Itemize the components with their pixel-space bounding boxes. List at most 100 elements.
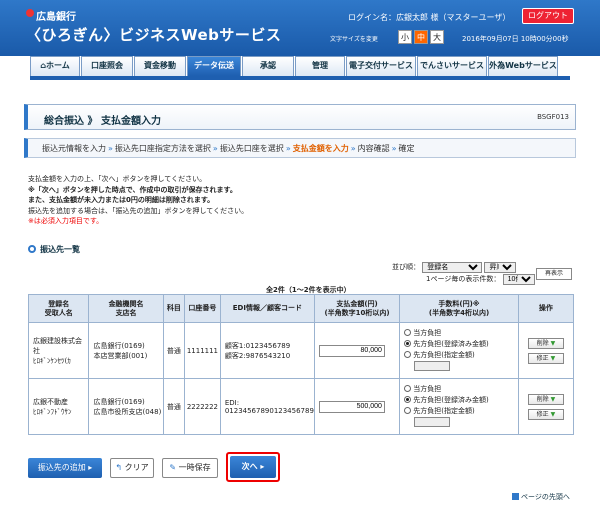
instruction-line: また、支払金額が未入力または0円の明細は削除されます。: [28, 196, 215, 204]
datetime: 2016年09月07日 10時00分00秒: [462, 35, 569, 43]
cell-ops: 削除 ▼ 修正 ▼: [517, 322, 575, 379]
step-arrow-icon: »: [285, 143, 291, 153]
fee-amount-input[interactable]: [414, 417, 451, 427]
cell-type: 普通: [162, 322, 186, 379]
th-type: 科目: [162, 294, 186, 323]
radio-icon: [404, 351, 412, 358]
font-size-label: 文字サイズを変更: [330, 36, 378, 43]
cell-type: 普通: [162, 378, 186, 435]
font-large-button[interactable]: 大: [430, 30, 444, 44]
fee-option-ours[interactable]: 当方負担: [400, 384, 518, 395]
fee-option-registered[interactable]: 先方負担(登録済み金額): [400, 395, 518, 406]
step-4-current: 支払金額を入力: [292, 143, 349, 153]
fee-option-ours[interactable]: 当方負担: [400, 328, 518, 339]
cell-fee: 当方負担 先方負担(登録済み金額) 先方負担(指定金額): [399, 322, 519, 379]
modify-button[interactable]: 修正 ▼: [527, 408, 564, 420]
nav-management[interactable]: 管理: [295, 56, 345, 76]
th-bank: 金融機関名 支店名: [88, 294, 164, 323]
page-title: 総合振込 》 支払金額入力: [44, 116, 161, 127]
page-header: 総合振込 》 支払金額入力 BSGF013: [24, 104, 576, 130]
redisplay-button[interactable]: 再表示: [536, 268, 572, 280]
fee-option-registered[interactable]: 先方負担(登録済み金額): [400, 339, 518, 350]
th-acct: 口座番号: [184, 294, 221, 323]
header: 広島銀行 〈ひろぎん〉ビジネスWebサービス ログイン名：広銀太郎 様（マスター…: [0, 0, 600, 56]
temp-save-button[interactable]: ✎ 一時保存: [162, 458, 218, 478]
step-5: 内容確認: [357, 143, 390, 153]
step-indicator: 振込元情報を入力» 振込先口座指定方法を選択» 振込先口座を選択» 支払金額を入…: [24, 138, 576, 158]
nav-underline: [30, 76, 570, 80]
delete-button[interactable]: 削除 ▼: [527, 393, 564, 405]
step-3: 振込先口座を選択: [219, 143, 284, 153]
arrow-right-icon: ▸: [88, 463, 93, 472]
bank-logo-icon: [26, 9, 34, 17]
th-edi: EDI情報／顧客コード: [219, 294, 315, 323]
next-button[interactable]: 次へ ▸: [230, 456, 276, 478]
logout-button[interactable]: ログアウト: [522, 8, 574, 24]
fee-amount-input[interactable]: [414, 361, 451, 371]
section-bullet-icon: [28, 245, 36, 253]
amount-input[interactable]: [318, 400, 385, 413]
nav-e-delivery[interactable]: 電子交付サービス: [346, 56, 416, 76]
sort-select[interactable]: 登録名: [422, 262, 483, 273]
nav-approval[interactable]: 承認: [242, 56, 294, 76]
cell-acct: 2222222: [184, 378, 221, 435]
step-1: 振込元情報を入力: [42, 143, 106, 153]
payee-table: 登録名 受取人名 金融機関名 支店名 科目 口座番号 EDI情報／顧客コード 支…: [27, 294, 575, 435]
per-page-label: 1ページ毎の表示件数：: [426, 275, 501, 283]
pencil-icon: ✎: [169, 463, 177, 472]
cell-amount: [313, 322, 401, 379]
cell-edi: 顧客1:0123456789 顧客2:9876543210: [219, 322, 315, 379]
th-ops: 操作: [517, 294, 575, 323]
sort-label: 並び順：: [392, 263, 420, 271]
radio-icon: [404, 385, 412, 392]
instructions: 支払金額を入力の上、「次へ」ボタンを押してください。 ※「次へ」ボタンを押した時…: [28, 174, 248, 227]
cell-edi: EDI: 01234567890123456789: [219, 378, 315, 435]
fee-option-specified[interactable]: 先方負担(指定金額): [400, 350, 518, 361]
nav-account-inquiry[interactable]: 口座照会: [81, 56, 133, 76]
nav-data-transmission[interactable]: データ伝送: [187, 56, 241, 76]
modify-button[interactable]: 修正 ▼: [527, 352, 564, 364]
cell-bank: 広島銀行(0169) 広島市役所支店(048): [88, 378, 164, 435]
font-medium-button[interactable]: 中: [414, 30, 428, 44]
th-fee: 手数料(円)※ (半角数字4桁以内): [399, 294, 519, 323]
step-arrow-icon: »: [350, 143, 356, 153]
main-nav: ⌂ホーム 口座照会 資金移動 データ伝送 承認 管理 電子交付サービス でんさい…: [30, 56, 570, 76]
amount-input[interactable]: [318, 344, 385, 357]
cell-acct: 1111111: [184, 322, 221, 379]
instruction-line: 振込先を追加する場合は、「振込先の追加」ボタンを押してください。: [28, 206, 249, 215]
clear-button[interactable]: ↰ クリア: [110, 458, 154, 478]
per-page-select[interactable]: 10件: [502, 274, 535, 285]
step-arrow-icon: »: [108, 143, 113, 153]
nav-densai[interactable]: でんさいサービス: [417, 56, 487, 76]
font-small-button[interactable]: 小: [398, 30, 412, 44]
arrow-up-icon: [512, 493, 519, 500]
nav-fund-transfer[interactable]: 資金移動: [134, 56, 186, 76]
cell-bank: 広島銀行(0169) 本店営業部(001): [88, 322, 164, 379]
step-6: 確定: [398, 143, 415, 153]
table-row: 広銀不動産 ﾋﾛｷﾞﾝﾌﾄﾞｳｻﾝ 広島銀行(0169) 広島市役所支店(048…: [27, 378, 575, 435]
per-page-control: 1ページ毎の表示件数： 10件: [426, 274, 535, 285]
order-select[interactable]: 昇順: [484, 262, 517, 273]
cell-fee: 当方負担 先方負担(登録済み金額) 先方負担(指定金額): [399, 378, 519, 435]
fee-option-specified[interactable]: 先方負担(指定金額): [400, 406, 518, 417]
th-amount: 支払金額(円) (半角数字10桁以内): [313, 294, 401, 323]
table-row: 広銀建設株式会社 ﾋﾛｷﾞﾝｹﾝｾﾂ(ｶ 広島銀行(0169) 本店営業部(00…: [27, 322, 575, 379]
radio-selected-icon: [404, 340, 412, 347]
instruction-required-note: ※は必須入力項目です。: [28, 217, 104, 225]
delete-button[interactable]: 削除 ▼: [527, 337, 564, 349]
step-arrow-icon: »: [391, 143, 397, 153]
sort-control: 並び順： 登録名 昇順: [392, 262, 517, 273]
radio-icon: [404, 407, 412, 414]
page-top-link[interactable]: ページの先頭へ: [512, 492, 570, 502]
cell-ops: 削除 ▼ 修正 ▼: [517, 378, 575, 435]
nav-home[interactable]: ⌂ホーム: [30, 56, 80, 76]
chevron-down-icon: ▼: [550, 354, 556, 362]
table-header-row: 登録名 受取人名 金融機関名 支店名 科目 口座番号 EDI情報／顧客コード 支…: [27, 294, 575, 323]
instruction-line: ※「次へ」ボタンを押した時点で、作成中の取引が保存されます。: [28, 185, 237, 194]
bank-name: 広島銀行: [36, 12, 76, 23]
instruction-line: 支払金額を入力の上、「次へ」ボタンを押してください。: [28, 175, 207, 183]
chevron-down-icon: ▼: [550, 339, 556, 347]
cell-amount: [313, 378, 401, 435]
nav-foreign-exchange[interactable]: 外為Webサービス: [488, 56, 558, 76]
add-payee-button[interactable]: 振込先の追加 ▸: [28, 458, 102, 478]
